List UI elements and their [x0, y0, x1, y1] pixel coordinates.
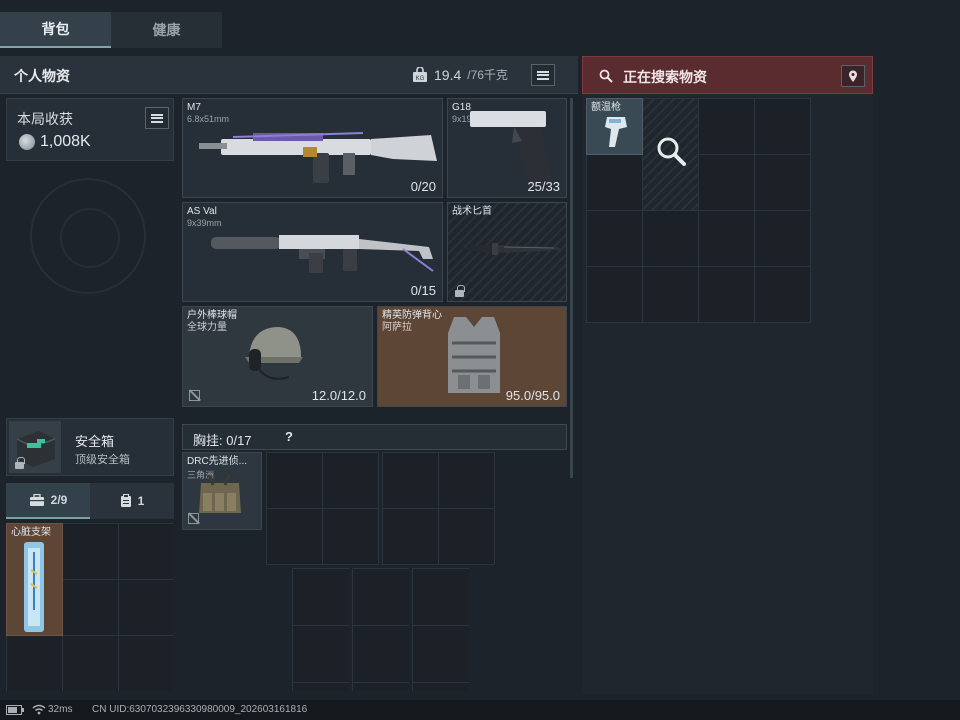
- item-name: AS Val: [187, 206, 217, 217]
- safe-item-stent[interactable]: 心脏支架: [6, 523, 63, 636]
- list-icon: [537, 70, 549, 80]
- list-icon: [151, 113, 163, 123]
- location-button[interactable]: [841, 65, 865, 87]
- tab-health[interactable]: 健康: [111, 12, 222, 48]
- item-name: 心脏支架: [11, 527, 51, 538]
- weight-current: 19.4: [434, 66, 462, 83]
- help-icon[interactable]: ?: [285, 429, 293, 444]
- no-insure-icon: [189, 390, 200, 401]
- sort-button[interactable]: [531, 64, 555, 86]
- chest-rig-image: [199, 474, 241, 513]
- item-name: 精英防弹背心: [382, 310, 442, 321]
- weapon-slot-g18[interactable]: G18 9x19mm 25/33: [447, 98, 567, 198]
- chest-rig-item[interactable]: DRC先进侦... 三角洲: [182, 452, 262, 530]
- wifi-icon: [32, 704, 46, 715]
- durability: 12.0/12.0: [311, 388, 366, 403]
- location-pin-icon: [849, 70, 857, 82]
- search-header: 正在搜索物资: [582, 56, 873, 94]
- harvest-label: 本局收获: [17, 111, 73, 127]
- inventory-scrollbar[interactable]: [570, 98, 573, 478]
- harvest-box: 本局收获 1,008K: [6, 98, 174, 161]
- weight-indicator: KG 19.4/76千克: [412, 66, 508, 83]
- durability: 95.0/95.0: [505, 388, 560, 403]
- safe-box-title: 安全箱: [75, 434, 115, 449]
- search-item-thermometer[interactable]: 额温枪: [586, 98, 643, 155]
- lock-icon: [15, 457, 25, 469]
- briefcase-icon: [29, 493, 44, 506]
- pocket-grid-3: [412, 568, 469, 691]
- item-name: DRC先进侦...: [187, 456, 247, 467]
- weapon-slot-m7[interactable]: M7 6.8x51mm 0/20: [182, 98, 443, 198]
- helmet-slot[interactable]: 户外棒球帽 全球力量 12.0/12.0: [182, 306, 373, 407]
- thermometer-image: [605, 117, 627, 147]
- clipboard-icon: [120, 494, 131, 507]
- cap-image: [245, 327, 303, 380]
- ammo-count: 0/15: [410, 283, 436, 298]
- weight-icon: KG: [413, 66, 427, 82]
- chest-rig-capacity: 胸挂: 0/17: [193, 433, 252, 448]
- ammo-count: 25/33: [527, 179, 560, 194]
- chest-rig-bar: 胸挂: 0/17 ?: [182, 424, 567, 450]
- item-name: 户外棒球帽: [187, 310, 237, 321]
- melee-slot[interactable]: 战术匕首: [447, 202, 567, 302]
- chest-rig-grid-1: [266, 452, 379, 565]
- item-name: 战术匕首: [452, 206, 492, 217]
- rifle-image: [199, 132, 437, 183]
- tab-backpack[interactable]: 背包: [0, 12, 111, 48]
- ping: 32ms: [48, 704, 73, 715]
- weight-max: /76千克: [467, 68, 508, 82]
- faction-emblem: [30, 178, 146, 294]
- magnifier-icon: [657, 137, 686, 166]
- rifle-image: [211, 235, 434, 273]
- harvest-amount: 1,008K: [40, 133, 91, 150]
- search-title: 正在搜索物资: [623, 69, 707, 85]
- tab-clipboard[interactable]: 1: [90, 483, 174, 519]
- safe-box-count: 2/9: [50, 493, 68, 507]
- inventory-title: 个人物资: [14, 68, 70, 84]
- svg-text:KG: KG: [416, 76, 425, 82]
- user-id: CN UID:6307032396330980009_202603161816: [92, 704, 308, 715]
- clipboard-count: 1: [137, 494, 145, 508]
- container-tabs: 2/9 1: [6, 483, 174, 519]
- item-sub: 全球力量: [187, 322, 227, 333]
- top-tabs: 背包 健康: [0, 12, 222, 48]
- inventory-header: 个人物资 KG 19.4/76千克: [0, 56, 578, 94]
- armor-slot[interactable]: 精英防弹背心 阿萨拉 95.0/95.0: [377, 306, 567, 407]
- coin-icon: [19, 134, 35, 150]
- harvest-detail-button[interactable]: [145, 107, 169, 129]
- searching-cell: [643, 99, 698, 210]
- battery-icon: [6, 705, 24, 715]
- pocket-grid-2: [352, 568, 409, 691]
- vest-image: [448, 317, 500, 393]
- stent-image: [24, 542, 44, 632]
- no-insure-icon: [188, 513, 199, 524]
- safe-box-image: [9, 421, 61, 473]
- knife-image: [456, 243, 562, 255]
- item-sub: 阿萨拉: [382, 322, 412, 333]
- search-icon: [599, 69, 613, 83]
- tab-safe-box[interactable]: 2/9: [6, 483, 90, 519]
- weapon-slot-asval[interactable]: AS Val 9x39mm 0/15: [182, 202, 443, 302]
- ammo-count: 0/20: [410, 179, 436, 194]
- status-bar: 32ms CN UID:6307032396330980009_20260316…: [0, 700, 960, 720]
- safe-box-subtitle: 顶级安全箱: [75, 454, 130, 466]
- pocket-grid-1: [292, 568, 349, 691]
- chest-rig-grid-2: [382, 452, 495, 565]
- safe-box[interactable]: 安全箱 顶级安全箱: [6, 418, 174, 476]
- harvest-value: 1,008K: [19, 133, 91, 151]
- lock-icon: [455, 285, 465, 297]
